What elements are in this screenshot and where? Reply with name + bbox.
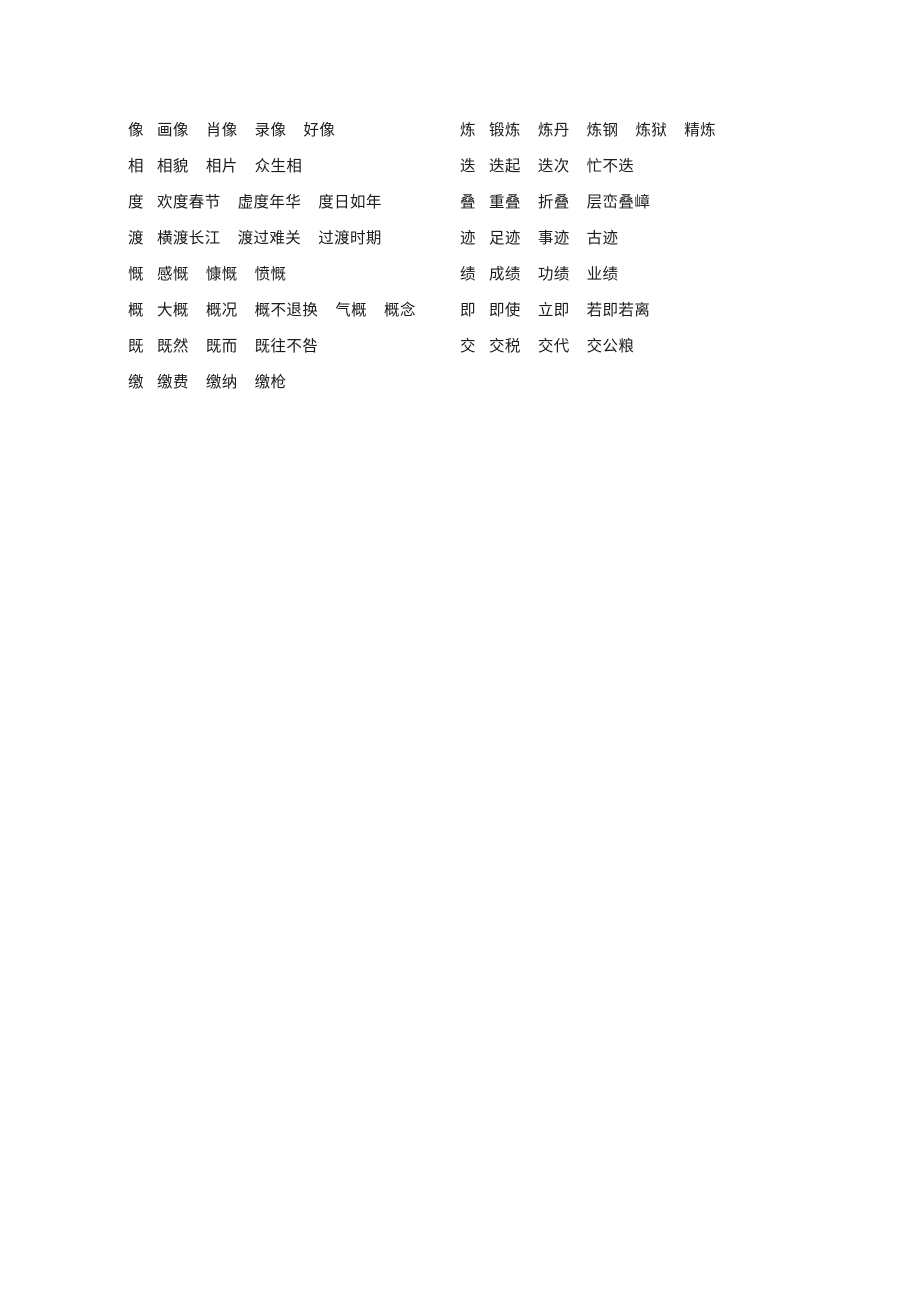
vocabulary-term: 大概 — [157, 301, 189, 319]
vocabulary-term: 功绩 — [537, 265, 570, 283]
vocabulary-term: 欢度春节 — [157, 193, 221, 211]
vocabulary-row: 绩成绩 功绩 业绩 — [460, 256, 780, 292]
vocabulary-row: 相相貌 相片 众生相 — [128, 148, 438, 184]
vocabulary-term: 锻炼 — [489, 121, 521, 139]
vocabulary-row: 慨感慨 慷慨 愤慨 — [128, 256, 438, 292]
vocabulary-term: 炼钢 — [586, 121, 619, 139]
headword-character: 炼 — [460, 121, 476, 139]
vocabulary-term: 概况 — [205, 301, 238, 319]
headword-character: 迹 — [460, 229, 476, 247]
headword-character: 度 — [128, 193, 144, 211]
vocabulary-row: 像画像 肖像 录像 好像 — [128, 112, 438, 148]
vocabulary-term: 既往不咎 — [254, 337, 319, 355]
headword-character: 迭 — [460, 157, 476, 175]
vocabulary-row: 叠重叠 折叠 层峦叠嶂 — [460, 184, 780, 220]
vocabulary-term: 迭次 — [537, 157, 570, 175]
vocabulary-term: 众生相 — [254, 157, 303, 175]
vocabulary-term: 肖像 — [205, 121, 238, 139]
vocabulary-term: 相貌 — [157, 157, 189, 175]
vocabulary-row: 缴缴费 缴纳 缴枪 — [128, 364, 438, 400]
vocabulary-term: 慷慨 — [205, 265, 238, 283]
vocabulary-term: 度日如年 — [318, 193, 382, 211]
vocabulary-row: 即即使 立即 若即若离 — [460, 292, 780, 328]
headword-character: 概 — [128, 301, 144, 319]
vocabulary-term: 缴枪 — [254, 373, 287, 391]
document-page: 像画像 肖像 录像 好像相相貌 相片 众生相度欢度春节 虚度年华 度日如年渡横渡长江 渡过难关过… — [0, 0, 920, 1302]
vocabulary-term: 画像 — [157, 121, 189, 139]
vocabulary-row: 炼锻炼 炼丹 炼钢 炼狱 精炼 — [460, 112, 780, 148]
vocabulary-term: 渡过难关 — [237, 229, 302, 247]
vocabulary-term: 重叠 — [489, 193, 521, 211]
vocabulary-term: 迭起 — [489, 157, 521, 175]
vocabulary-term: 忙不迭 — [586, 157, 635, 175]
vocabulary-term: 横渡长江 — [157, 229, 221, 247]
vocabulary-term: 既而 — [205, 337, 238, 355]
vocabulary-term: 立即 — [537, 301, 570, 319]
headword-character: 渡 — [128, 229, 144, 247]
vocabulary-term: 交代 — [537, 337, 570, 355]
headword-character: 即 — [460, 301, 476, 319]
vocabulary-term: 事迹 — [537, 229, 570, 247]
headword-character: 像 — [128, 121, 144, 139]
vocabulary-row: 概大概 概况 概不退换 气概 概念 — [128, 292, 438, 328]
vocabulary-term: 好像 — [303, 121, 336, 139]
vocabulary-column-right: 炼锻炼 炼丹 炼钢 炼狱 精炼迭迭起 迭次 忙不迭叠重叠 折叠 层峦叠嶂迹足迹 事迹 古迹绩成绩 功绩… — [460, 112, 780, 364]
vocabulary-term: 精炼 — [684, 121, 717, 139]
headword-character: 绩 — [460, 265, 476, 283]
vocabulary-term: 缴纳 — [205, 373, 238, 391]
vocabulary-term: 炼狱 — [635, 121, 668, 139]
vocabulary-content-area: 像画像 肖像 录像 好像相相貌 相片 众生相度欢度春节 虚度年华 度日如年渡横渡长江 渡过难关过… — [0, 0, 920, 1302]
vocabulary-term: 层峦叠嶂 — [586, 193, 651, 211]
vocabulary-term: 若即若离 — [586, 301, 651, 319]
vocabulary-row: 既既然 既而 既往不咎 — [128, 328, 438, 364]
vocabulary-column-left: 像画像 肖像 录像 好像相相貌 相片 众生相度欢度春节 虚度年华 度日如年渡横渡长江 渡过难关过… — [128, 112, 438, 400]
vocabulary-row: 渡横渡长江 渡过难关 过渡时期 — [128, 220, 438, 256]
vocabulary-term: 概不退换 — [254, 301, 319, 319]
headword-character: 交 — [460, 337, 476, 355]
headword-character: 叠 — [460, 193, 476, 211]
headword-character: 缴 — [128, 373, 144, 391]
vocabulary-term: 气概 — [335, 301, 368, 319]
vocabulary-term: 交公粮 — [586, 337, 635, 355]
vocabulary-term: 业绩 — [586, 265, 619, 283]
vocabulary-term: 概念 — [384, 301, 416, 319]
vocabulary-term: 虚度年华 — [237, 193, 302, 211]
vocabulary-term: 成绩 — [489, 265, 521, 283]
vocabulary-term: 感慨 — [157, 265, 189, 283]
vocabulary-row: 迹足迹 事迹 古迹 — [460, 220, 780, 256]
vocabulary-term: 足迹 — [489, 229, 521, 247]
vocabulary-term: 古迹 — [586, 229, 619, 247]
vocabulary-term: 愤慨 — [254, 265, 287, 283]
vocabulary-row: 交交税 交代 交公粮 — [460, 328, 780, 364]
vocabulary-term: 即使 — [489, 301, 521, 319]
vocabulary-term: 交税 — [489, 337, 521, 355]
vocabulary-term: 缴费 — [157, 373, 189, 391]
headword-character: 慨 — [128, 265, 144, 283]
blank-page-remainder — [0, 420, 920, 1300]
headword-character: 既 — [128, 337, 144, 355]
vocabulary-term: 折叠 — [537, 193, 570, 211]
vocabulary-term: 既然 — [157, 337, 189, 355]
vocabulary-term: 录像 — [254, 121, 287, 139]
vocabulary-row: 迭迭起 迭次 忙不迭 — [460, 148, 780, 184]
headword-character: 相 — [128, 157, 144, 175]
vocabulary-row: 度欢度春节 虚度年华 度日如年 — [128, 184, 438, 220]
vocabulary-term: 炼丹 — [537, 121, 570, 139]
vocabulary-term: 相片 — [205, 157, 238, 175]
vocabulary-term: 过渡时期 — [318, 229, 382, 247]
